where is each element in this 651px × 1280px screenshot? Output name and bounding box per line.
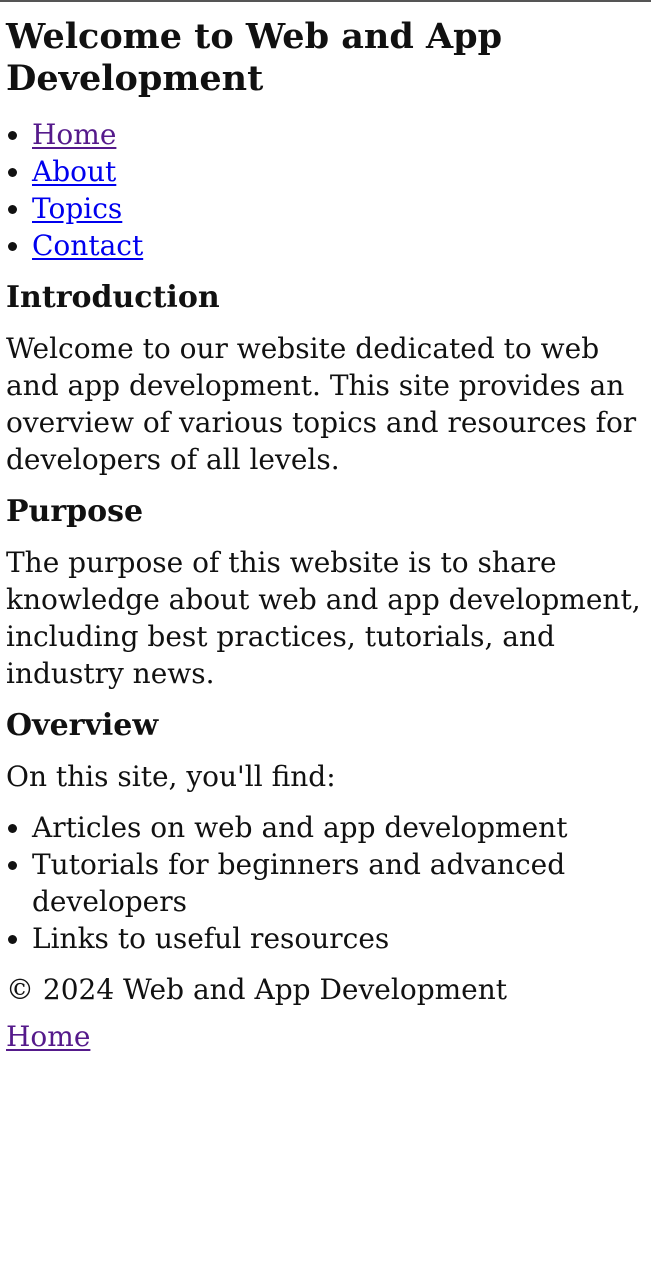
nav-list: Home About Topics Contact [6,116,645,264]
purpose-section: Purpose The purpose of this website is t… [6,494,645,692]
footer-home-link[interactable]: Home [6,1020,90,1053]
main-nav: Home About Topics Contact [6,116,645,264]
purpose-heading: Purpose [6,494,144,529]
nav-item-about: About [32,153,645,190]
list-item: Articles on web and app development [32,809,645,846]
nav-link-home[interactable]: Home [32,118,116,151]
purpose-text: The purpose of this website is to share … [6,546,641,690]
nav-link-topics[interactable]: Topics [32,192,122,225]
introduction-text: Welcome to our website dedicated to web … [6,332,637,476]
nav-item-contact: Contact [32,227,645,264]
introduction-heading: Introduction [6,280,220,315]
list-item: Links to useful resources [32,920,645,957]
page-header: Welcome to Web and App Development Home … [6,16,645,264]
overview-intro: On this site, you'll find: [6,760,336,793]
introduction-section: Introduction Welcome to our website dedi… [6,280,645,478]
nav-link-contact[interactable]: Contact [32,229,143,262]
copyright-text: © 2024 Web and App Development [6,973,508,1006]
nav-item-home: Home [32,116,645,153]
overview-heading: Overview [6,708,159,743]
page-title: Welcome to Web and App Development [6,16,503,99]
page: Welcome to Web and App Development Home … [0,16,651,1055]
nav-item-topics: Topics [32,190,645,227]
overview-list: Articles on web and app development Tuto… [6,809,645,957]
nav-link-about[interactable]: About [32,155,116,188]
overview-section: Overview On this site, you'll find: Arti… [6,708,645,957]
page-footer: © 2024 Web and App Development Home [6,971,645,1055]
list-item: Tutorials for beginners and advanced dev… [32,846,645,920]
